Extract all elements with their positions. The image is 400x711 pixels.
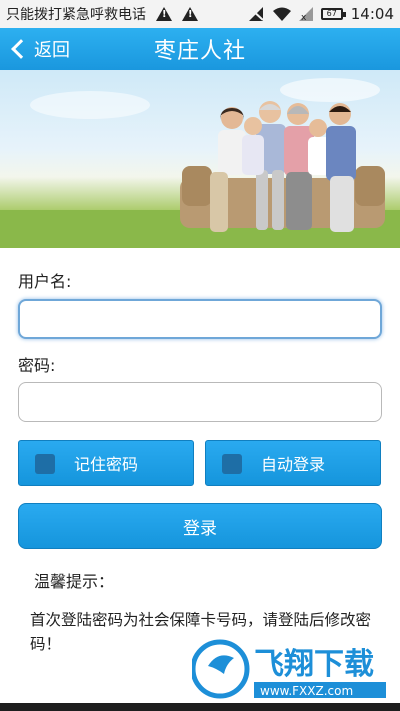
carrier-status-text: 只能拨打紧急呼救电话: [6, 7, 146, 23]
remember-label: 记住密码: [73, 455, 138, 474]
fxxz-watermark: 飞翔下载 www.FXXZ.com: [190, 636, 388, 702]
login-label: 登录: [183, 518, 217, 539]
watermark-url: www.FXXZ.com: [260, 684, 353, 698]
clock: 14:04: [350, 5, 394, 23]
chevron-left-icon: [11, 39, 31, 59]
auto-login-toggle[interactable]: 自动登录: [205, 440, 381, 486]
status-right-group: x 67 14:04: [248, 5, 394, 23]
login-button[interactable]: 登录: [18, 503, 382, 549]
signal-off-icon: x: [298, 7, 313, 21]
watermark-brand: 飞翔下载: [254, 647, 374, 682]
password-label: 密码:: [18, 356, 56, 375]
back-label: 返回: [34, 40, 70, 61]
tips-title: 温馨提示：: [34, 572, 115, 591]
auto-login-label: 自动登录: [260, 455, 325, 474]
app-header: 返回 枣庄人社: [0, 28, 400, 70]
username-label: 用户名:: [18, 272, 72, 291]
remember-password-toggle[interactable]: 记住密码: [18, 440, 194, 486]
password-input[interactable]: [18, 382, 382, 422]
back-button[interactable]: 返回: [8, 34, 70, 64]
page-title: 枣庄人社: [153, 39, 246, 64]
auto-login-checkbox[interactable]: [222, 454, 242, 474]
family-illustration: [0, 78, 400, 248]
bottom-edge: [0, 703, 400, 711]
no-signal-icon: [248, 7, 264, 21]
warning-icon-2: [182, 7, 198, 21]
username-input[interactable]: [18, 299, 382, 339]
status-bar: 只能拨打紧急呼救电话 x 67 14:04: [0, 0, 400, 28]
svg-text:x: x: [301, 13, 307, 21]
family-banner-image: [0, 70, 400, 248]
battery-icon: 67: [320, 8, 346, 20]
wifi-icon: [272, 7, 291, 21]
remember-checkbox[interactable]: [35, 454, 55, 474]
warning-icon: [156, 7, 172, 21]
